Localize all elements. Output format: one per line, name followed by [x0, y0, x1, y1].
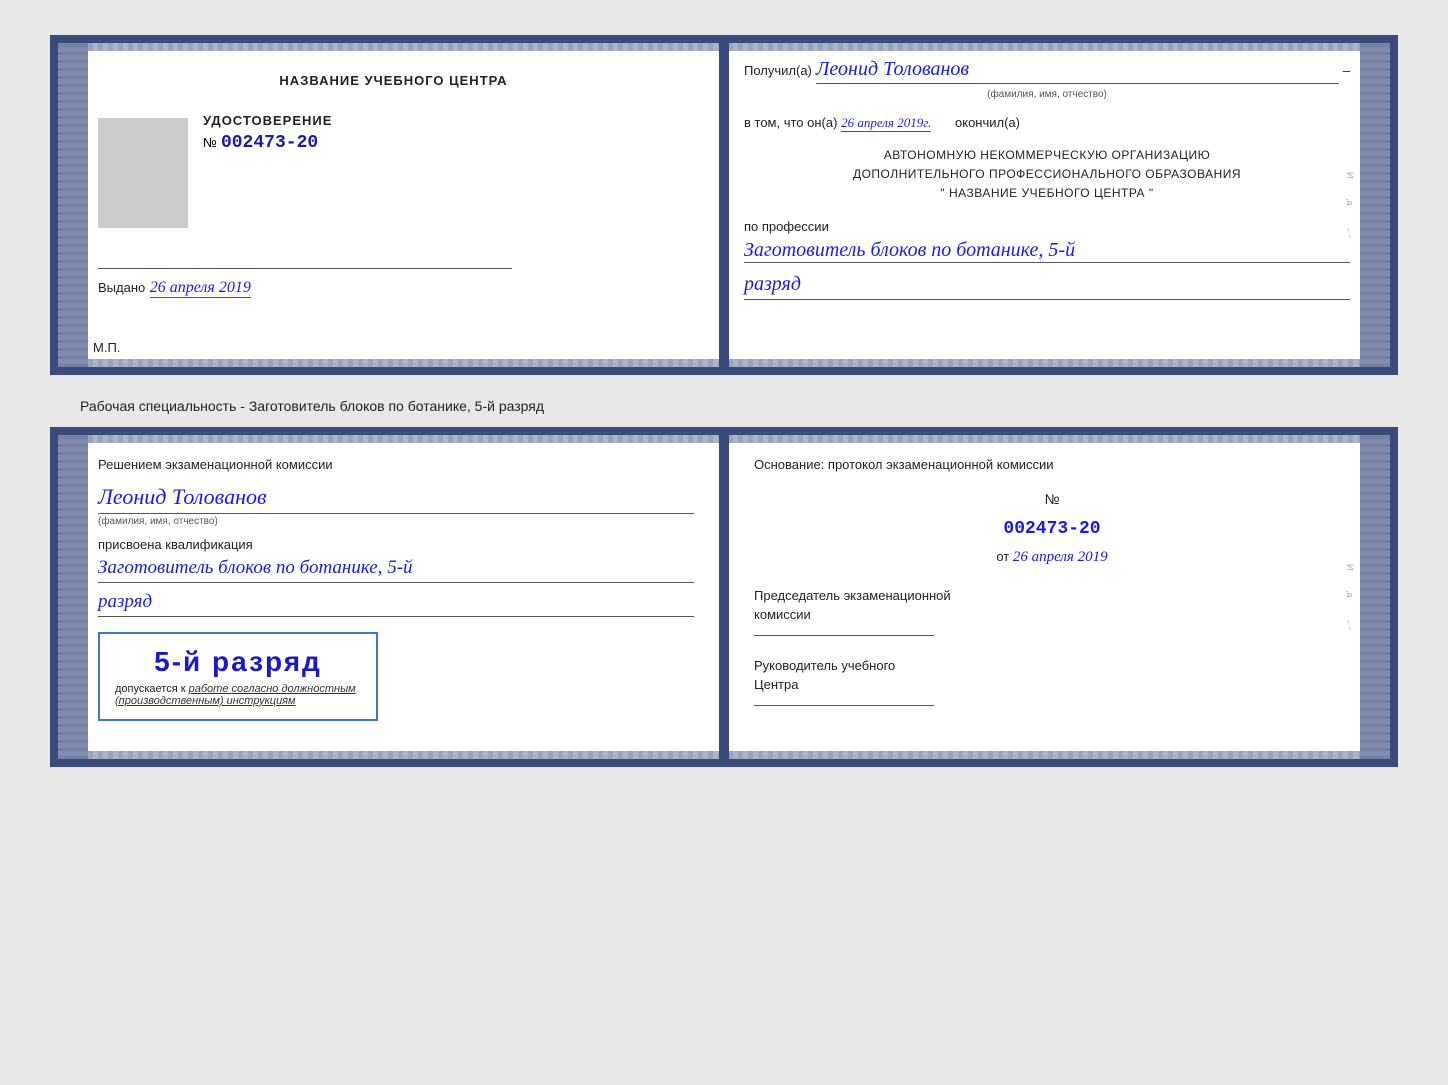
predsedatel-line2: комиссии [754, 605, 1350, 625]
po-professii-block: по профессии Заготовитель блоков по бота… [744, 219, 1350, 300]
side-text-i2: И [1345, 564, 1355, 570]
certificate-book-top: НАЗВАНИЕ УЧЕБНОГО ЦЕНТРА УДОСТОВЕРЕНИЕ №… [50, 35, 1398, 375]
rukovoditel-text: Руководитель учебного Центра [754, 656, 1350, 695]
dopuskaetsya-text: допускается к работе согласно должностны… [115, 683, 361, 707]
stamp-box: 5-й разряд допускается к работе согласно… [98, 632, 378, 721]
fio-caption-bottom: (фамилия, имя, отчество) [98, 516, 694, 527]
organization-block: АВТОНОМНУЮ НЕКОММЕРЧЕСКУЮ ОРГАНИЗАЦИЮ ДО… [744, 146, 1350, 204]
vtom-label: в том, что он(а) [744, 115, 837, 130]
rukovoditel-signature-line [754, 705, 934, 706]
org-line2: ДОПОЛНИТЕЛЬНОГО ПРОФЕССИОНАЛЬНОГО ОБРАЗО… [744, 165, 1350, 184]
razryad-top: разряд [744, 273, 1350, 300]
cert-right-page: И ,а ←- Получил(а) Леонид Толованов – (ф… [714, 43, 1390, 367]
dopuskaetsya-value2: (производственным) инструкциям [115, 695, 296, 707]
side-text-a2: ,а [1345, 590, 1355, 598]
org-line3: " НАЗВАНИЕ УЧЕБНОГО ЦЕНТРА " [744, 184, 1350, 203]
proto-number: 002473-20 [754, 519, 1350, 539]
poluchil-line: Получил(а) Леонид Толованов – [744, 58, 1350, 84]
person-name-bottom: Леонид Толованов [98, 484, 694, 514]
razryad-bottom: разряд [98, 591, 694, 617]
mp-label: М.П. [93, 340, 120, 355]
cert-left-content: НАЗВАНИЕ УЧЕБНОГО ЦЕНТРА УДОСТОВЕРЕНИЕ №… [98, 73, 689, 297]
certificate-book-bottom: Решением экзаменационной комиссии Леонид… [50, 427, 1398, 767]
org-line1: АВТОНОМНУЮ НЕКОММЕРЧЕСКУЮ ОРГАНИЗАЦИЮ [744, 146, 1350, 165]
cert2-left-page: Решением экзаменационной комиссии Леонид… [58, 435, 724, 759]
prisvoena-text: присвоена квалификация [98, 537, 694, 552]
osnovanie-text: Основание: протокол экзаменационной коми… [754, 455, 1350, 476]
number-prefix: № [203, 135, 217, 150]
specialty-text: Рабочая специальность - Заготовитель бло… [80, 393, 1368, 419]
ot-date-value: 26 апреля 2019 [1013, 549, 1108, 565]
udostoverenie-label: УДОСТОВЕРЕНИЕ [203, 113, 332, 128]
training-center-title: НАЗВАНИЕ УЧЕБНОГО ЦЕНТРА [98, 73, 689, 88]
ot-date: от 26 апреля 2019 [754, 549, 1350, 566]
vtom-line: в том, что он(а) 26 апреля 2019г. окончи… [744, 115, 1350, 131]
okonchil-label: окончил(а) [955, 115, 1020, 130]
predsedatel-text: Председатель экзаменационной комиссии [754, 586, 1350, 625]
stamp-razryad: 5-й разряд [115, 646, 361, 678]
vydano-label: Выдано [98, 280, 145, 295]
ot-label: от [996, 549, 1009, 564]
po-professii-label: по профессии [744, 219, 829, 234]
vtom-date: 26 апреля 2019г. [841, 115, 931, 132]
cert-left-page: НАЗВАНИЕ УЧЕБНОГО ЦЕНТРА УДОСТОВЕРЕНИЕ №… [58, 43, 714, 367]
certificate-number: 002473-20 [221, 133, 318, 153]
recipient-name: Леонид Толованов [816, 58, 1339, 84]
dopuskaetsya-label: допускается к [115, 683, 186, 695]
side-text-a: ,а [1345, 198, 1355, 206]
resheniem-text: Решением экзаменационной комиссии [98, 455, 694, 476]
predsedatel-line1: Председатель экзаменационной [754, 586, 1350, 606]
vydano-date: 26 апреля 2019 [150, 279, 251, 298]
spine2-icon [719, 435, 729, 759]
poluchil-label: Получил(а) [744, 63, 812, 78]
profession-name: Заготовитель блоков по ботанике, 5-й [744, 239, 1350, 263]
predsedatel-signature-line [754, 635, 934, 636]
side-text-arrow: ←- [1345, 226, 1355, 238]
cert2-right-page: И ,а ←- Основание: протокол экзаменацион… [724, 435, 1390, 759]
side-text-i: И [1345, 172, 1355, 178]
rukovoditel-line2: Центра [754, 675, 1350, 695]
proto-prefix: № [1044, 491, 1059, 507]
photo-placeholder [98, 118, 188, 228]
dopuskaetsya-value: работе согласно должностным [189, 683, 356, 695]
main-container: НАЗВАНИЕ УЧЕБНОГО ЦЕНТРА УДОСТОВЕРЕНИЕ №… [20, 20, 1428, 782]
fio-caption-top: (фамилия, имя, отчество) [744, 89, 1350, 100]
side-text-arrow2: ←- [1345, 618, 1355, 630]
spine-icon [719, 43, 729, 367]
rukovoditel-line1: Руководитель учебного [754, 656, 1350, 676]
qualification-text: Заготовитель блоков по ботанике, 5-й [98, 557, 694, 583]
